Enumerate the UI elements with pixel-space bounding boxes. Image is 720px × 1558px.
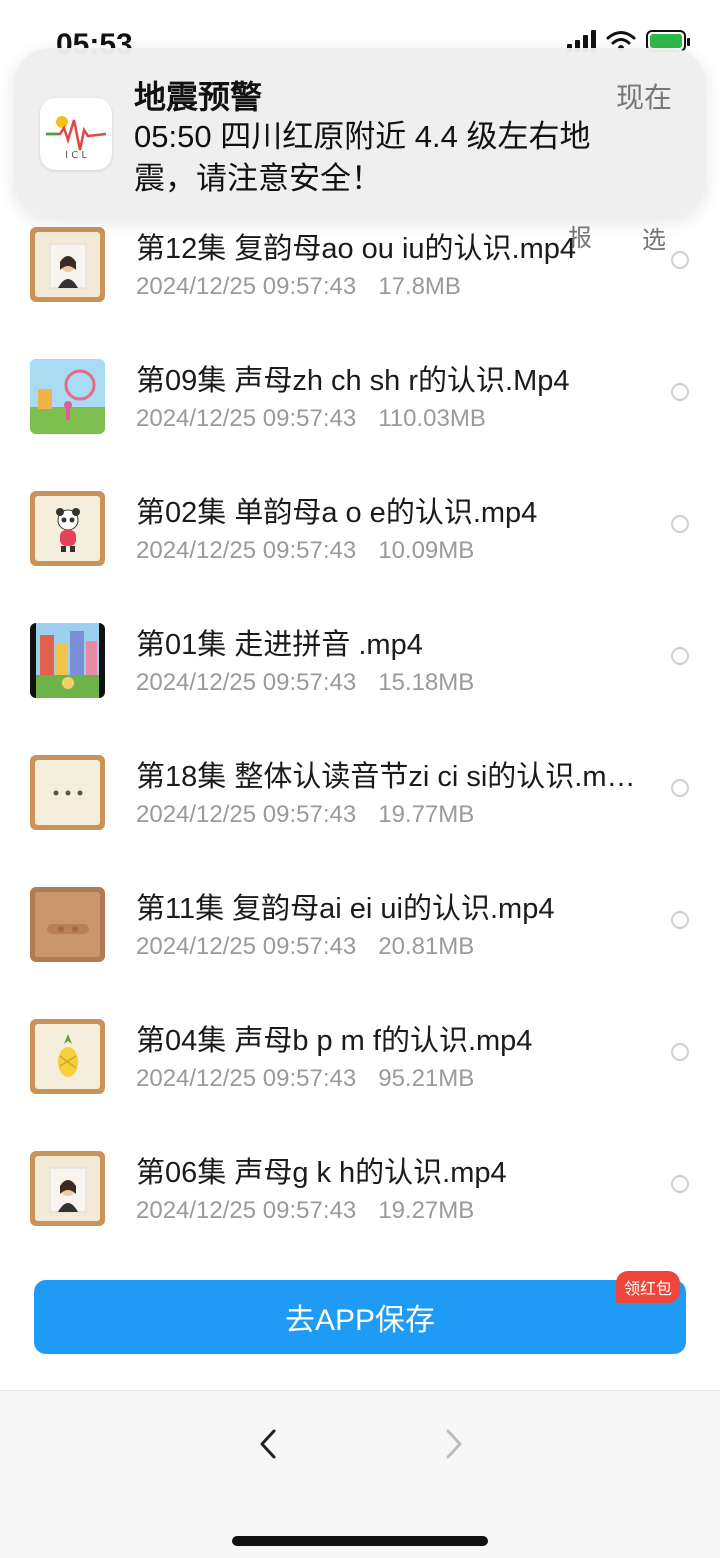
file-item[interactable]: 第06集 声母g k h的认识.mp4 2024/12/25 09:57:43 1…	[0, 1129, 720, 1261]
select-radio[interactable]	[671, 251, 689, 269]
file-item[interactable]: 第09集 声母zh ch sh r的认识.Mp4 2024/12/25 09:5…	[0, 337, 720, 469]
file-name: 第18集 整体认读音节zi ci si的认识.mp4	[136, 761, 636, 793]
select-radio[interactable]	[671, 911, 689, 929]
file-meta: 2024/12/25 09:57:43 10.09MB	[136, 537, 474, 565]
file-date: 2024/12/25 09:57:43	[136, 1197, 357, 1224]
file-item[interactable]: 第18集 整体认读音节zi ci si的认识.mp4 2024/12/25 09…	[0, 733, 720, 865]
file-item[interactable]: 第11集 复韵母ai ei ui的认识.mp4 2024/12/25 09:57…	[0, 865, 720, 997]
file-name: 第09集 声母zh ch sh r的认识.Mp4	[136, 365, 570, 397]
file-size: 19.77MB	[378, 801, 475, 828]
file-size: 20.81MB	[378, 933, 475, 960]
file-meta: 2024/12/25 09:57:43 19.27MB	[136, 1197, 474, 1225]
file-name: 第11集 复韵母ai ei ui的认识.mp4	[136, 893, 555, 925]
file-meta: 2024/12/25 09:57:43 110.03MB	[136, 405, 486, 433]
app-icon: I C L	[40, 98, 112, 170]
file-date: 2024/12/25 09:57:43	[136, 273, 357, 300]
select-radio[interactable]	[671, 1175, 689, 1193]
file-size: 110.03MB	[378, 405, 486, 432]
city-thumbnail-icon	[36, 623, 99, 698]
notification-time: 现在	[615, 82, 672, 113]
earthquake-notification[interactable]: I C L 地震预警 现在 05:50 四川红原附近 4.4 级左右地震，请注意…	[14, 48, 706, 218]
file-name: 第06集 声母g k h的认识.mp4	[136, 1157, 507, 1189]
seismograph-icon: I C L	[46, 116, 107, 161]
notification-body: 05:50 四川红原附近 4.4 级左右地震，请注意安全！	[134, 119, 591, 196]
video-thumbnail	[30, 755, 105, 830]
select-radio[interactable]	[671, 383, 689, 401]
video-thumbnail	[30, 227, 105, 302]
panda-thumbnail-icon	[55, 507, 80, 552]
video-thumbnail	[30, 887, 105, 962]
video-thumbnail	[30, 1019, 105, 1094]
file-meta: 2024/12/25 09:57:43 19.77MB	[136, 801, 474, 829]
file-meta: 2024/12/25 09:57:43 20.81MB	[136, 933, 474, 961]
board-thumbnail-icon	[46, 923, 89, 934]
teacher-thumbnail-icon	[49, 1167, 86, 1212]
file-name: 第01集 走进拼音 .mp4	[136, 629, 423, 661]
file-date: 2024/12/25 09:57:43	[136, 405, 357, 432]
bottom-navigation-bar	[0, 1390, 720, 1558]
file-size: 10.09MB	[378, 537, 475, 564]
select-radio[interactable]	[671, 779, 689, 797]
select-radio[interactable]	[671, 647, 689, 665]
file-item[interactable]: 第04集 声母b p m f的认识.mp4 2024/12/25 09:57:4…	[0, 997, 720, 1129]
app-icon-letters: I C L	[65, 150, 87, 161]
chevron-left-icon[interactable]	[254, 1429, 284, 1459]
notification-title: 地震预警	[134, 79, 263, 115]
file-item[interactable]: 第02集 单韵母a o e的认识.mp4 2024/12/25 09:57:43…	[0, 469, 720, 601]
file-date: 2024/12/25 09:57:43	[136, 933, 357, 960]
file-item[interactable]: 第01集 走进拼音 .mp4 2024/12/25 09:57:43 15.18M…	[0, 601, 720, 733]
file-size: 17.8MB	[378, 273, 461, 300]
file-date: 2024/12/25 09:57:43	[136, 669, 357, 696]
video-thumbnail	[30, 359, 105, 434]
dots-thumbnail-icon	[53, 790, 82, 795]
select-radio[interactable]	[671, 1043, 689, 1061]
file-name: 第12集 复韵母ao ou iu的认识.mp4	[136, 233, 576, 265]
file-name: 第04集 声母b p m f的认识.mp4	[136, 1025, 533, 1057]
teacher-thumbnail-icon	[49, 243, 86, 288]
home-indicator[interactable]	[232, 1536, 488, 1546]
park-thumbnail-icon	[30, 359, 105, 434]
file-meta: 2024/12/25 09:57:43 15.18MB	[136, 669, 474, 697]
file-date: 2024/12/25 09:57:43	[136, 801, 357, 828]
save-to-app-button[interactable]: 去APP保存	[34, 1280, 686, 1354]
red-packet-badge: 领红包	[616, 1271, 681, 1303]
file-date: 2024/12/25 09:57:43	[136, 1065, 357, 1092]
file-name: 第02集 单韵母a o e的认识.mp4	[136, 497, 538, 529]
file-item[interactable]: 第12集 复韵母ao ou iu的认识.mp4 2024/12/25 09:57…	[0, 205, 720, 337]
file-meta: 2024/12/25 09:57:43 17.8MB	[136, 273, 461, 301]
file-size: 15.18MB	[378, 669, 475, 696]
video-thumbnail	[30, 491, 105, 566]
file-size: 19.27MB	[378, 1197, 475, 1224]
select-radio[interactable]	[671, 515, 689, 533]
video-thumbnail	[30, 1151, 105, 1226]
file-date: 2024/12/25 09:57:43	[136, 537, 357, 564]
file-size: 95.21MB	[378, 1065, 475, 1092]
video-thumbnail	[30, 623, 105, 698]
pineapple-thumbnail-icon	[57, 1033, 78, 1077]
chevron-right-icon[interactable]	[438, 1429, 468, 1459]
file-meta: 2024/12/25 09:57:43 95.21MB	[136, 1065, 474, 1093]
